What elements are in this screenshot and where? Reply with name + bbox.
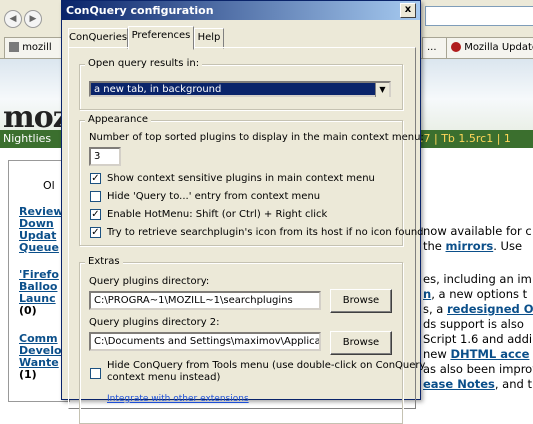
mirrors-link[interactable]: mirrors [446, 239, 494, 253]
sidebar-count: (1) [19, 368, 37, 381]
dialog-title: ConQuery configuration [66, 4, 214, 17]
close-button[interactable]: x [400, 3, 416, 18]
integrate-extensions-link[interactable]: Integrate with other extensions [107, 394, 249, 404]
show-context-plugins-checkbox[interactable]: ✓ [90, 173, 101, 184]
plugins-count-input[interactable]: 3 [89, 147, 121, 166]
tab-label: Mozilla Update [464, 42, 533, 53]
article-line: as also been improv [423, 362, 533, 376]
conquery-config-dialog: ConQuery configuration x ConQueries Pref… [61, 0, 425, 424]
sidebar-count: (0) [19, 304, 37, 317]
checkbox-label: Hide 'Query to...' entry from context me… [107, 191, 321, 202]
article-line: n, a new options t [423, 287, 528, 301]
dialog-titlebar[interactable]: ConQuery configuration x [62, 1, 420, 20]
mozilla-update-icon [451, 42, 461, 52]
open-results-legend: Open query results in: [85, 58, 203, 69]
browser-tab[interactable]: Mozilla Update [446, 37, 533, 58]
checkbox-label: Try to retrieve searchplugin's icon from… [107, 227, 424, 238]
hide-label-line-2: context menu instead) [107, 372, 221, 383]
dir2-input[interactable]: C:\Documents and Settings\maximov\Applic… [89, 332, 321, 351]
preferences-panel: Open query results in: a new tab, in bac… [68, 47, 425, 424]
sidebar-heading: Ol [43, 179, 55, 192]
redesigned-link[interactable]: redesigned O [447, 302, 533, 316]
browse-button-1[interactable]: Browse [330, 289, 392, 313]
dhtml-link[interactable]: DHTML acce [450, 347, 529, 361]
article-line: es, including an im [423, 272, 532, 286]
article-line: ease Notes, and t [423, 377, 532, 391]
enable-hotmenu-checkbox[interactable]: ✓ [90, 209, 101, 220]
release-links[interactable]: .7 | Tb 1.5rc1 | 1 [420, 130, 511, 148]
open-results-select[interactable]: a new tab, in background ▼ [89, 81, 391, 97]
tab-favicon-icon [9, 42, 19, 52]
hide-query-to-checkbox[interactable] [90, 191, 101, 202]
appearance-group: Appearance Number of top sorted plugins … [79, 114, 424, 246]
open-results-group: Open query results in: a new tab, in bac… [79, 58, 403, 110]
article-line: new DHTML acce [423, 347, 530, 361]
forward-icon[interactable]: ▶ [24, 10, 42, 28]
chevron-down-icon[interactable]: ▼ [375, 83, 389, 97]
browser-tab[interactable]: mozill [4, 37, 66, 58]
browser-tab[interactable]: ... [422, 37, 448, 58]
nightlies-link[interactable]: Nightlies [0, 132, 51, 145]
open-results-selected: a new tab, in background [94, 84, 222, 95]
address-bar[interactable] [425, 6, 533, 26]
article-line: now available for c [423, 224, 532, 238]
browse-button-2[interactable]: Browse [330, 331, 392, 355]
dir1-input[interactable]: C:\PROGRA~1\MOZILL~1\searchplugins [89, 291, 321, 310]
sidebar-link[interactable]: Queue [19, 242, 64, 254]
tab-help[interactable]: Help [194, 28, 224, 49]
appearance-legend: Appearance [85, 114, 152, 125]
article-link[interactable]: n [423, 287, 431, 301]
article-line: ds support is also [423, 317, 524, 331]
tab-label: mozill [22, 42, 52, 53]
article-line: the mirrors. Use [423, 239, 523, 253]
hide-from-tools-checkbox[interactable] [90, 368, 101, 379]
hide-from-tools-label: Hide ConQuery from Tools menu (use doubl… [107, 360, 425, 384]
tab-conqueries[interactable]: ConQueries [68, 28, 128, 49]
checkbox-label: Enable HotMenu: Shift (or Ctrl) + Right … [107, 209, 328, 220]
checkbox-label: Show context sensitive plugins in main c… [107, 173, 375, 184]
dir2-label: Query plugins directory 2: [89, 317, 220, 328]
article-line: s, a redesigned O [423, 302, 533, 316]
back-icon[interactable]: ◀ [4, 10, 22, 28]
extras-legend: Extras [85, 256, 123, 267]
news-article-text: now available for c the mirrors. Use es,… [423, 224, 533, 392]
retrieve-icon-checkbox[interactable]: ✓ [90, 227, 101, 238]
hide-label-line-1: Hide ConQuery from Tools menu (use doubl… [107, 360, 426, 371]
release-notes-link[interactable]: ease Notes [423, 377, 495, 391]
sidebar-links: Review Down Updat Queue 'Firefo Balloo L… [19, 206, 64, 381]
tab-label: ... [427, 42, 437, 53]
article-line: Script 1.6 and addi [423, 332, 533, 346]
plugins-count-label: Number of top sorted plugins to display … [89, 132, 424, 143]
dir1-label: Query plugins directory: [89, 276, 210, 287]
tab-preferences[interactable]: Preferences [128, 26, 194, 50]
